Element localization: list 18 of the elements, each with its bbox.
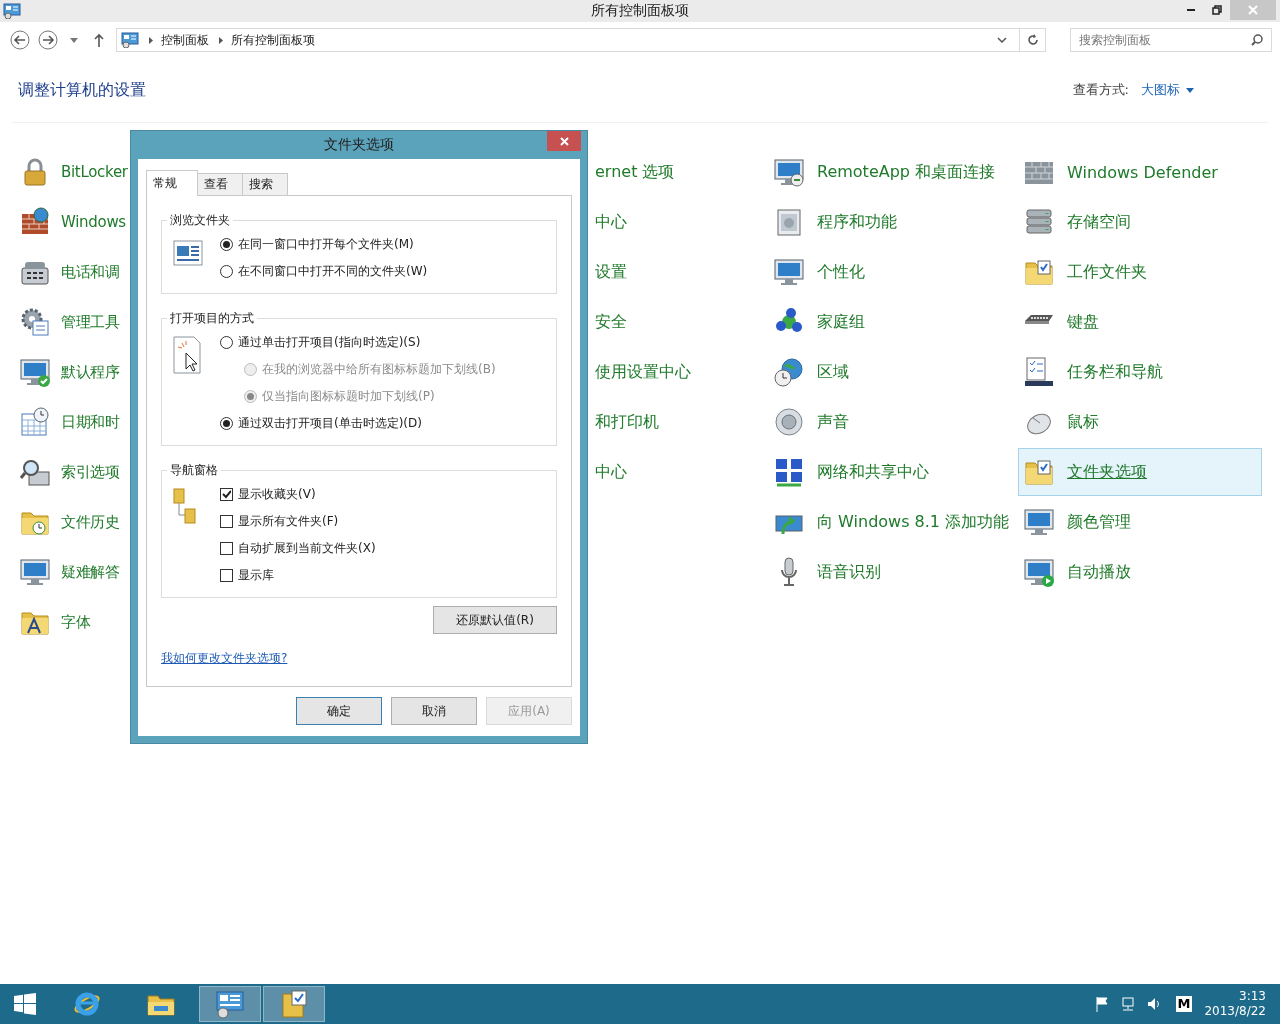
option-label: 通过单击打开项目(指向时选定)(S) xyxy=(238,334,421,351)
group-title: 导航窗格 xyxy=(167,462,221,479)
dialog-title: 文件夹选项 xyxy=(324,136,394,154)
view-label: 查看方式: xyxy=(1072,81,1129,99)
option-label: 通过双击打开项目(单击时选定)(D) xyxy=(238,415,422,432)
option-label: 显示库 xyxy=(238,567,274,584)
option-label: 显示收藏夹(V) xyxy=(238,486,316,503)
option-label: 自动扩展到当前文件夹(X) xyxy=(238,540,376,557)
page-heading: 调整计算机的设置 xyxy=(18,79,146,101)
window-title: 所有控制面板项 xyxy=(591,2,689,20)
option-label: 显示所有文件夹(F) xyxy=(238,513,339,530)
group-title: 打开项目的方式 xyxy=(167,310,257,327)
group-title: 浏览文件夹 xyxy=(167,212,233,229)
option-label: 在我的浏览器中给所有图标标题加下划线(B) xyxy=(262,361,496,378)
dialog-button: 应用(A) xyxy=(486,697,572,725)
option-label: 仅当指向图标标题时加下划线(P) xyxy=(262,388,435,405)
option-label: 在同一窗口中打开每个文件夹(M) xyxy=(238,236,414,253)
option-label: 在不同窗口中打开不同的文件夹(W) xyxy=(238,263,428,280)
